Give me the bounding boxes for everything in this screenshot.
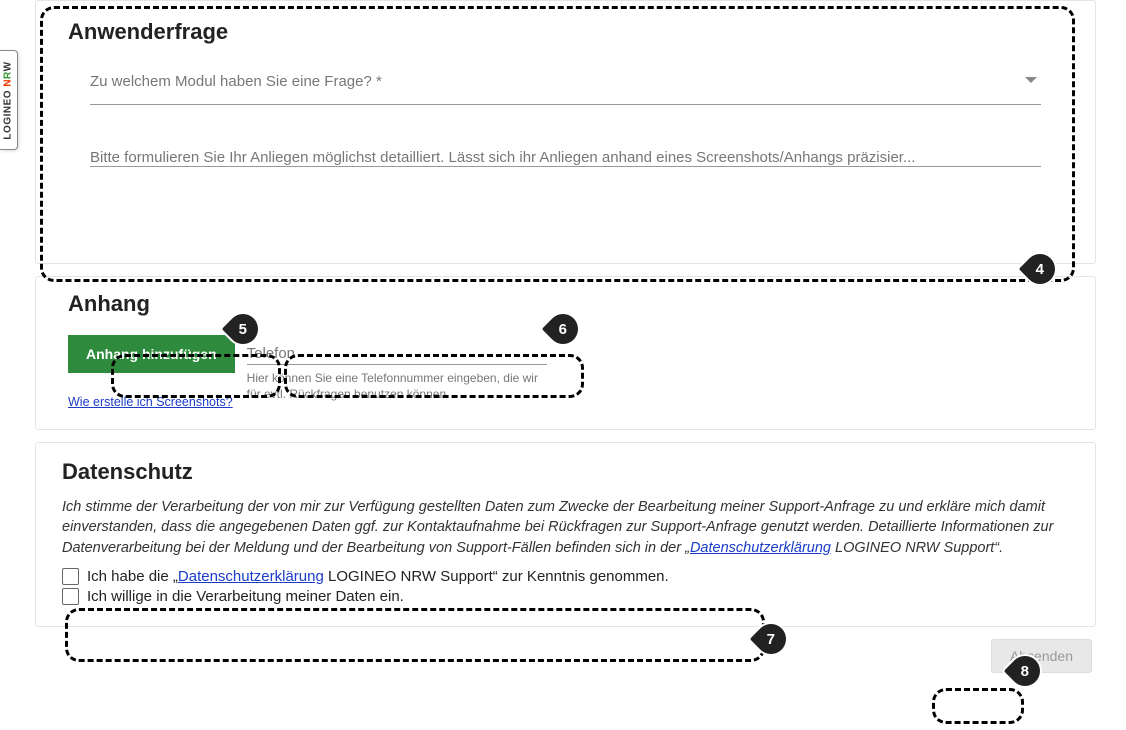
section-anhang: Anhang Anhang hinzufügen Wie erstelle ic… <box>35 276 1096 430</box>
submit-button[interactable]: Absenden <box>991 639 1092 673</box>
phone-input[interactable] <box>247 335 547 365</box>
privacy-link-2[interactable]: Datenschutzerklärung <box>178 568 324 585</box>
phone-hint: Hier können Sie eine Telefonnummer einge… <box>247 371 547 402</box>
section-anwenderfrage: Anwenderfrage Zu welchem Modul haben Sie… <box>35 0 1096 264</box>
datenschutz-paragraph: Ich stimme der Verarbeitung der von mir … <box>62 497 1069 558</box>
module-select[interactable]: Zu welchem Modul haben Sie eine Frage? * <box>90 73 1041 105</box>
screenshot-help-link[interactable]: Wie erstelle ich Screenshots? <box>68 395 235 409</box>
chevron-down-icon <box>1025 77 1037 83</box>
datenschutz-title: Datenschutz <box>62 459 1069 485</box>
callout-box-8 <box>932 688 1024 724</box>
module-select-label: Zu welchem Modul haben Sie eine Frage? * <box>90 73 1041 90</box>
anhang-title: Anhang <box>68 291 1063 317</box>
checkbox-privacy-read[interactable] <box>62 568 79 585</box>
brand-side-tab[interactable]: LOGINEO NRW <box>0 50 18 150</box>
anwenderfrage-title: Anwenderfrage <box>68 19 1063 45</box>
brand-text: LOGINEO NRW <box>3 61 14 139</box>
checkbox-consent[interactable] <box>62 588 79 605</box>
module-select-value[interactable] <box>90 100 1041 105</box>
privacy-link[interactable]: Datenschutzerklärung <box>690 540 831 556</box>
detail-textarea[interactable]: Bitte formulieren Sie Ihr Anliegen mögli… <box>90 149 1041 167</box>
checkbox-row-consent[interactable]: Ich willige in die Verarbeitung meiner D… <box>62 588 1069 605</box>
checkbox-row-privacy-read[interactable]: Ich habe die „Datenschutzerklärung LOGIN… <box>62 568 1069 585</box>
add-attachment-button[interactable]: Anhang hinzufügen <box>68 335 235 373</box>
checkbox-consent-label: Ich willige in die Verarbeitung meiner D… <box>87 588 404 605</box>
checkbox-privacy-read-label: Ich habe die „Datenschutzerklärung LOGIN… <box>87 568 669 585</box>
section-datenschutz: Datenschutz Ich stimme der Verarbeitung … <box>35 442 1096 627</box>
